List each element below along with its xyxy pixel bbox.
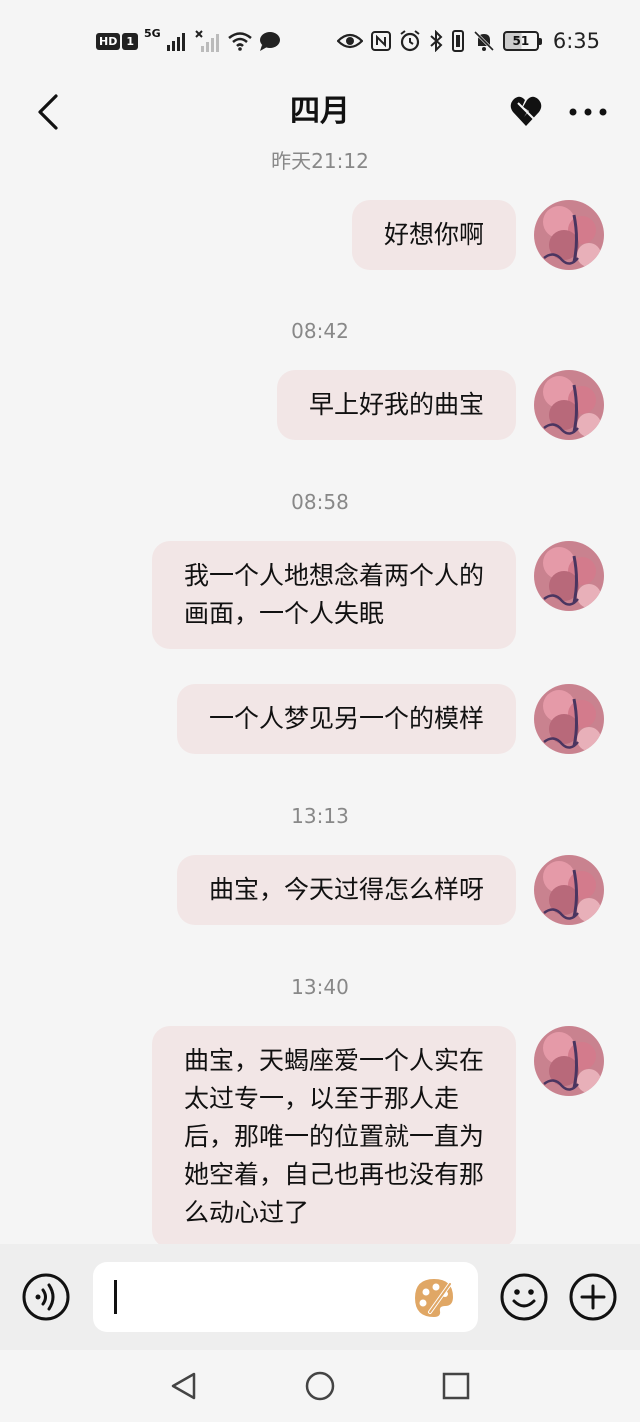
emoji-icon: [500, 1273, 548, 1321]
status-right: 51 6:35: [336, 26, 600, 56]
nfc-icon: [370, 31, 391, 51]
voice-icon: [22, 1273, 70, 1321]
message-timestamp: 08:42: [291, 319, 349, 343]
more-dots-icon: [569, 108, 607, 116]
status-left: HD 1 5G: [96, 26, 281, 56]
message-bubble[interactable]: 我一个人地想念着两个人的 画面，一个人失眠: [151, 541, 516, 649]
message-bubble[interactable]: 早上好我的曲宝: [276, 370, 516, 440]
message-icon: [259, 32, 280, 51]
nav-home-button[interactable]: [304, 1370, 336, 1402]
battery-level: 51: [512, 34, 530, 48]
input-bar: [0, 1244, 640, 1350]
palette-icon: [415, 1279, 453, 1317]
system-nav-bar: [0, 1350, 640, 1422]
avatar-image: [534, 541, 604, 611]
broken-heart-icon: [510, 96, 542, 126]
message-bubble[interactable]: 一个人梦见另一个的模样: [176, 684, 516, 754]
square-recents-icon: [442, 1372, 470, 1400]
palette-button[interactable]: [412, 1276, 456, 1320]
intimacy-button[interactable]: [504, 90, 548, 134]
sim-label: 1: [122, 32, 138, 50]
message-timestamp: 08:58: [291, 490, 349, 514]
avatar[interactable]: [534, 370, 604, 440]
avatar-image: [534, 1026, 604, 1096]
nav-back-button[interactable]: [168, 1370, 200, 1402]
status-time: 6:35: [552, 29, 600, 53]
avatar[interactable]: [534, 684, 604, 754]
emoji-button[interactable]: [500, 1273, 548, 1321]
hd-badge: HD 1: [96, 32, 138, 50]
voice-button[interactable]: [22, 1273, 70, 1321]
message-bubble[interactable]: 曲宝，今天过得怎么样呀: [176, 855, 516, 925]
plus-icon: [569, 1273, 617, 1321]
avatar[interactable]: [534, 541, 604, 611]
avatar[interactable]: [534, 200, 604, 270]
vibrate-icon: [451, 30, 464, 52]
more-button[interactable]: [564, 90, 612, 134]
avatar-image: [534, 684, 604, 754]
avatar-image: [534, 855, 604, 925]
signal-2-icon: [194, 30, 219, 52]
plus-button[interactable]: [569, 1273, 617, 1321]
triangle-back-icon: [171, 1372, 196, 1400]
avatar-image: [534, 200, 604, 270]
message-bubble[interactable]: 曲宝，天蝎座爱一个人实在 太过专一，以至于那人走 后，那唯一的位置就一直为 她空…: [151, 1026, 516, 1244]
circle-home-icon: [305, 1371, 335, 1401]
mute-bell-icon: [473, 30, 494, 52]
wifi-icon: [227, 32, 252, 51]
message-timestamp: 13:13: [291, 804, 349, 828]
message-timestamp: 13:40: [291, 975, 349, 999]
network-label: 5G: [144, 27, 161, 40]
battery-indicator: 51: [502, 31, 542, 51]
message-bubble[interactable]: 好想你啊: [351, 200, 516, 270]
message-timestamp: 昨天21:12: [271, 149, 369, 173]
hd-label: HD: [96, 32, 121, 50]
message-list[interactable]: 昨天21:12 好想你啊 08:42 早上好我的曲宝 08:58 我一个人地想念…: [0, 144, 640, 1244]
avatar[interactable]: [534, 1026, 604, 1096]
signal-icon: [166, 33, 185, 51]
chat-header: 四月: [0, 82, 640, 144]
nav-recents-button[interactable]: [440, 1370, 472, 1402]
eye-icon: [336, 33, 363, 49]
bluetooth-icon: [430, 30, 443, 52]
text-caret: [114, 1280, 117, 1314]
alarm-icon: [400, 30, 420, 52]
status-bar: HD 1 5G 51 6:35: [0, 0, 640, 82]
avatar[interactable]: [534, 855, 604, 925]
avatar-image: [534, 370, 604, 440]
